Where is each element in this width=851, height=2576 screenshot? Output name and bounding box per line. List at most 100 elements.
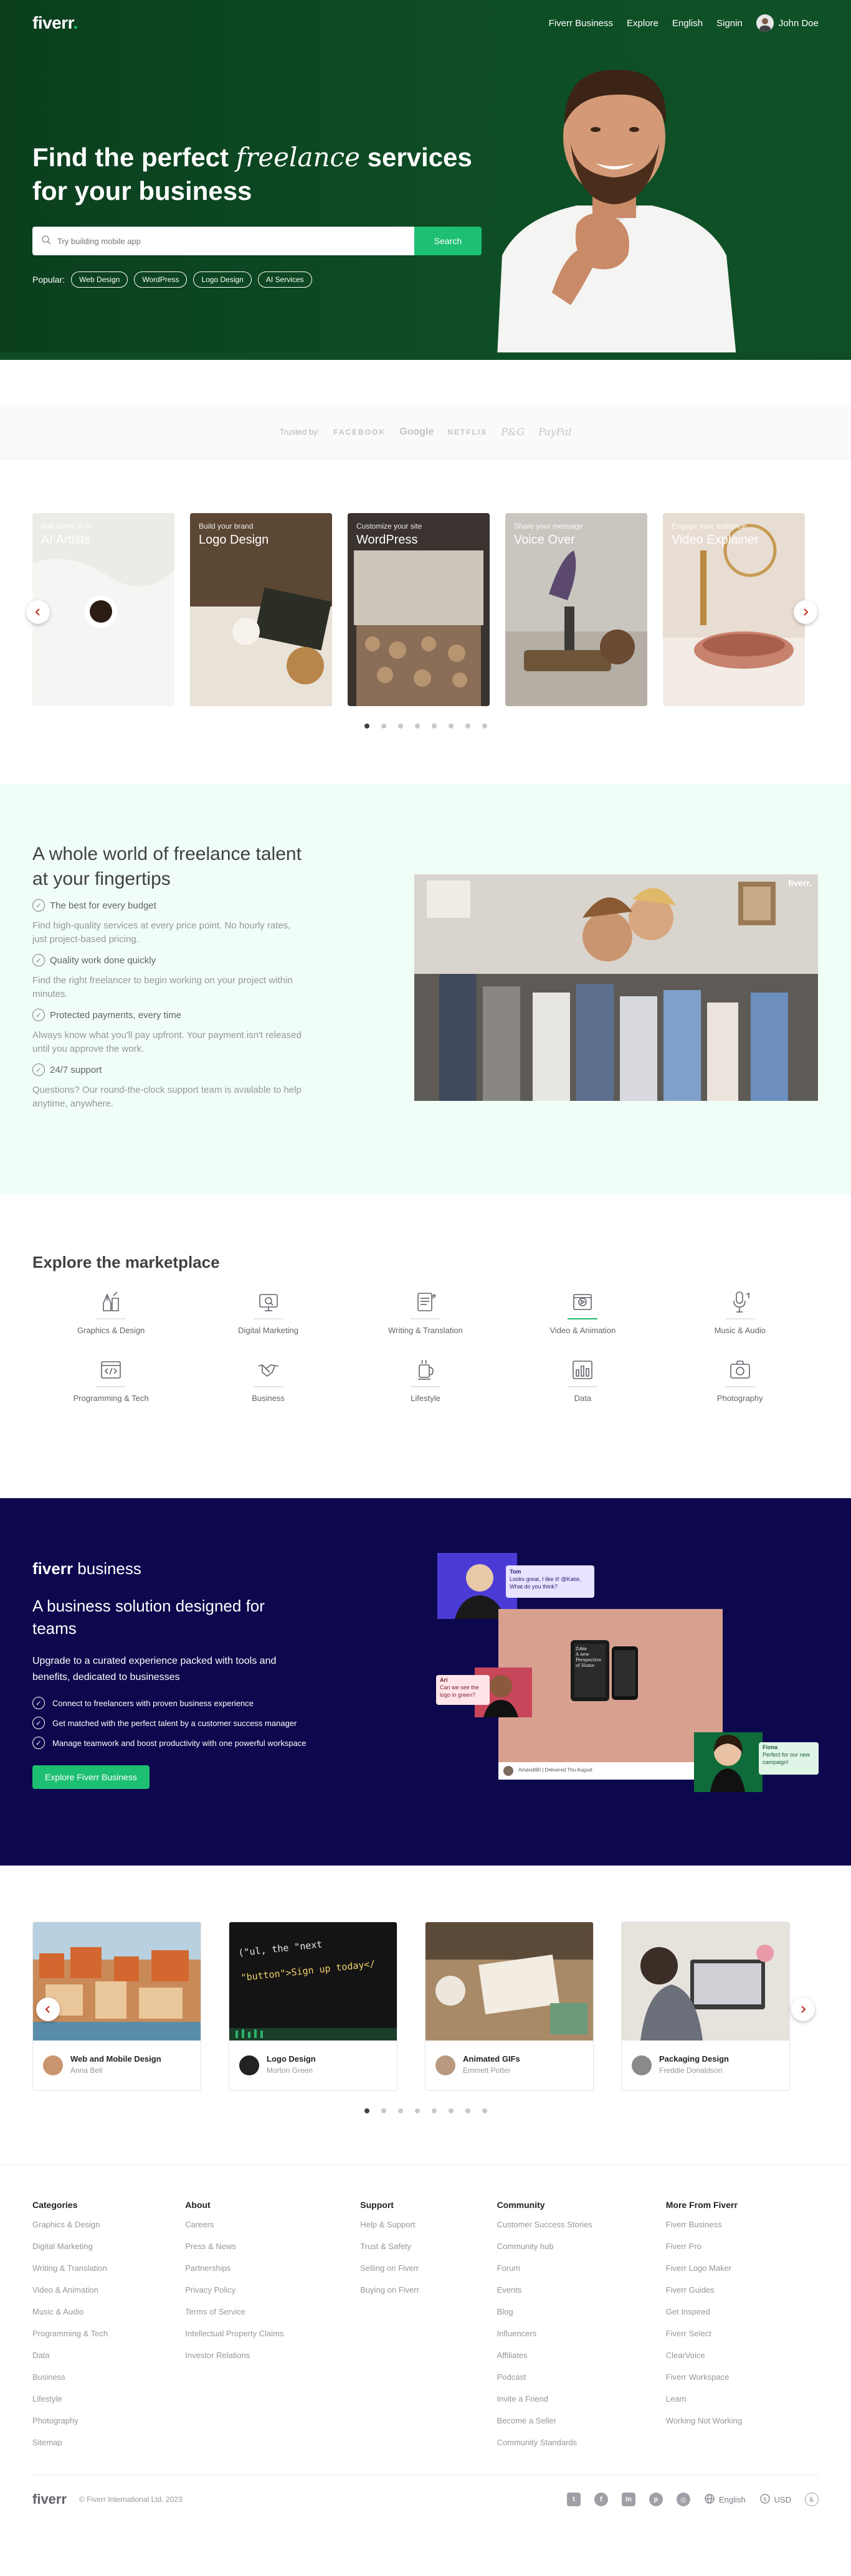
carousel-dot[interactable]	[482, 2108, 487, 2113]
footer-link[interactable]: Fiverr Business	[666, 2220, 819, 2229]
footer-link[interactable]: Fiverr Select	[666, 2329, 819, 2338]
linkedin-icon[interactable]: in	[621, 2493, 635, 2506]
carousel-dot[interactable]	[364, 724, 369, 729]
service-card-ai-artists[interactable]: Add talent to AI AI Artists	[32, 513, 174, 706]
footer-link[interactable]: Terms of Service	[185, 2307, 360, 2316]
selling-video-thumbnail[interactable]: fiverr.	[414, 874, 818, 1101]
category-writing-translation[interactable]: Writing & Translation	[347, 1290, 504, 1335]
footer-link[interactable]: Become a Seller	[497, 2416, 666, 2425]
carousel-dot[interactable]	[397, 2108, 403, 2113]
footer-link[interactable]: Community Standards	[497, 2438, 666, 2447]
footer-link[interactable]: Business	[32, 2372, 185, 2382]
footer-link[interactable]: Careers	[185, 2220, 360, 2229]
footer-link[interactable]: Events	[497, 2285, 666, 2295]
footer-link[interactable]: Digital Marketing	[32, 2242, 185, 2251]
category-data[interactable]: Data	[504, 1357, 661, 1403]
footer-link[interactable]: Programming & Tech	[32, 2329, 185, 2338]
projects-next-button[interactable]	[791, 1998, 815, 2021]
carousel-dot[interactable]	[397, 724, 403, 729]
carousel-dot[interactable]	[381, 724, 386, 729]
footer-link[interactable]: Fiverr Logo Maker	[666, 2263, 819, 2273]
currency-selector[interactable]: $ USD	[759, 2493, 791, 2506]
footer-link[interactable]: Forum	[497, 2263, 666, 2273]
language-selector[interactable]: English	[704, 2493, 746, 2506]
category-photography[interactable]: Photography	[662, 1357, 819, 1403]
carousel-dot[interactable]	[431, 724, 437, 729]
footer-link[interactable]: Graphics & Design	[32, 2220, 185, 2229]
popular-tag-logo-design[interactable]: Logo Design	[193, 271, 252, 288]
popular-tag-ai-services[interactable]: AI Services	[257, 271, 312, 288]
project-author[interactable]: Morton Green	[267, 2066, 316, 2075]
project-card[interactable]: Animated GIFs Emmett Potter	[425, 1922, 594, 2091]
nav-link-signin[interactable]: Signin	[716, 18, 743, 29]
carousel-dot[interactable]	[431, 2108, 437, 2113]
category-business[interactable]: Business	[189, 1357, 346, 1403]
accessibility-icon[interactable]: ♿	[805, 2493, 819, 2506]
service-card-logo-design[interactable]: Build your brand Logo Design	[190, 513, 332, 706]
service-card-wordpress[interactable]: Customize your site WordPress	[348, 513, 490, 706]
project-card[interactable]: Packaging Design Freddie Donaldson	[621, 1922, 790, 2091]
footer-link[interactable]: Fiverr Pro	[666, 2242, 819, 2251]
carousel-dot[interactable]	[414, 724, 420, 729]
footer-link[interactable]: Help & Support	[360, 2220, 497, 2229]
footer-link[interactable]: Fiverr Workspace	[666, 2372, 819, 2382]
footer-logo[interactable]: fiverr	[32, 2491, 67, 2508]
footer-link[interactable]: Data	[32, 2351, 185, 2360]
carousel-next-button[interactable]	[794, 600, 817, 624]
footer-link[interactable]: Partnerships	[185, 2263, 360, 2273]
category-video-animation[interactable]: Video & Animation	[504, 1290, 661, 1335]
search-button[interactable]: Search	[414, 227, 482, 255]
category-graphics-design[interactable]: Graphics & Design	[32, 1290, 189, 1335]
footer-link[interactable]: ClearVoice	[666, 2351, 819, 2360]
footer-link[interactable]: Podcast	[497, 2372, 666, 2382]
pinterest-icon[interactable]: p	[649, 2493, 663, 2506]
footer-link[interactable]: Blog	[497, 2307, 666, 2316]
footer-link[interactable]: Lifestyle	[32, 2394, 185, 2404]
category-digital-marketing[interactable]: Digital Marketing	[189, 1290, 346, 1335]
footer-link[interactable]: Working Not Working	[666, 2416, 819, 2425]
footer-link[interactable]: Buying on Fiverr	[360, 2285, 497, 2295]
service-card-video-explainer[interactable]: Engage your audience Video Explainer	[663, 513, 805, 706]
footer-link[interactable]: Fiverr Guides	[666, 2285, 819, 2295]
carousel-dot[interactable]	[381, 2108, 386, 2113]
footer-link[interactable]: Privacy Policy	[185, 2285, 360, 2295]
popular-tag-web-design[interactable]: Web Design	[71, 271, 128, 288]
nav-link-language[interactable]: English	[672, 18, 703, 29]
search-input[interactable]	[57, 236, 406, 246]
fiverr-logo[interactable]: fiverr.	[32, 13, 78, 33]
footer-link[interactable]: Press & News	[185, 2242, 360, 2251]
footer-link[interactable]: Community hub	[497, 2242, 666, 2251]
footer-link[interactable]: Affiliates	[497, 2351, 666, 2360]
footer-link[interactable]: Invite a Friend	[497, 2394, 666, 2404]
carousel-dot[interactable]	[465, 2108, 470, 2113]
footer-link[interactable]: Get Inspired	[666, 2307, 819, 2316]
footer-link[interactable]: Trust & Safety	[360, 2242, 497, 2251]
explore-business-button[interactable]: Explore Fiverr Business	[32, 1765, 150, 1789]
footer-link[interactable]: Intellectual Property Claims	[185, 2329, 360, 2338]
category-music-audio[interactable]: Music & Audio	[662, 1290, 819, 1335]
footer-link[interactable]: Learn	[666, 2394, 819, 2404]
carousel-dot[interactable]	[364, 2108, 369, 2113]
footer-link[interactable]: Sitemap	[32, 2438, 185, 2447]
footer-link[interactable]: Influencers	[497, 2329, 666, 2338]
nav-link-explore[interactable]: Explore	[627, 18, 658, 29]
instagram-icon[interactable]: ◎	[676, 2493, 690, 2506]
carousel-prev-button[interactable]	[26, 600, 50, 624]
carousel-dot[interactable]	[448, 2108, 454, 2113]
carousel-dot[interactable]	[482, 724, 487, 729]
category-programming-tech[interactable]: Programming & Tech	[32, 1357, 189, 1403]
service-card-voice-over[interactable]: Share your message Voice Over	[505, 513, 647, 706]
project-card[interactable]: ("ul, the "next "button">Sign up today</ …	[229, 1922, 397, 2091]
footer-link[interactable]: Photography	[32, 2416, 185, 2425]
footer-link[interactable]: Video & Animation	[32, 2285, 185, 2295]
twitter-icon[interactable]: t	[566, 2493, 581, 2506]
project-author[interactable]: Freddie Donaldson	[659, 2066, 729, 2075]
facebook-icon[interactable]: f	[594, 2493, 608, 2506]
footer-link[interactable]: Investor Relations	[185, 2351, 360, 2360]
footer-link[interactable]: Music & Audio	[32, 2307, 185, 2316]
footer-link[interactable]: Writing & Translation	[32, 2263, 185, 2273]
popular-tag-wordpress[interactable]: WordPress	[134, 271, 188, 288]
footer-link[interactable]: Customer Success Stories	[497, 2220, 666, 2229]
project-author[interactable]: Emmett Potter	[463, 2066, 520, 2075]
footer-link[interactable]: Selling on Fiverr	[360, 2263, 497, 2273]
